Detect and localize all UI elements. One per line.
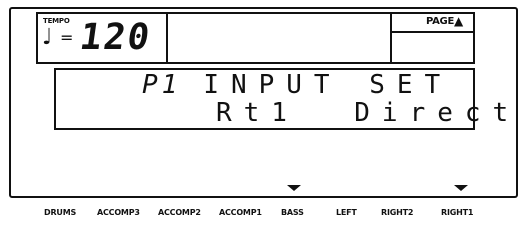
lcd-line-1: P1 INPUT SET	[142, 72, 452, 98]
page-number: P1	[142, 70, 182, 100]
bass-marker-icon	[287, 185, 301, 191]
tempo-equals: =	[60, 28, 74, 47]
tempo-label: TEMPO	[43, 17, 70, 25]
tempo-display: TEMPO ♩ = 120	[38, 14, 168, 62]
main-lcd: P1 INPUT SET Rt1 Direct	[54, 68, 508, 130]
page-indicator[interactable]: PAGE ▲	[390, 14, 473, 62]
status-bar: TEMPO ♩ = 120 PAGE ▲	[36, 12, 475, 64]
status-blank	[168, 14, 390, 62]
page-up-icon: ▲	[454, 14, 464, 28]
part-buttons-row: DRUMS ACCOMP3 ACCOMP2 ACCOMP1 BASS LEFT …	[0, 208, 531, 222]
button-bass[interactable]: BASS	[281, 208, 304, 217]
button-drums[interactable]: DRUMS	[44, 208, 76, 217]
right1-marker-icon	[454, 185, 468, 191]
button-accomp3[interactable]: ACCOMP3	[97, 208, 140, 217]
lcd-line-2: Rt1 Direct	[216, 98, 521, 128]
button-accomp1[interactable]: ACCOMP1	[219, 208, 262, 217]
quarter-note-icon: ♩	[42, 25, 53, 50]
tempo-value: 120	[77, 17, 154, 58]
page-divider	[392, 31, 473, 33]
page-label: PAGE	[426, 16, 454, 27]
button-left[interactable]: LEFT	[336, 208, 357, 217]
page-title: INPUT SET	[203, 70, 453, 100]
button-right1[interactable]: RIGHT1	[441, 208, 473, 217]
button-right2[interactable]: RIGHT2	[381, 208, 413, 217]
button-accomp2[interactable]: ACCOMP2	[158, 208, 201, 217]
